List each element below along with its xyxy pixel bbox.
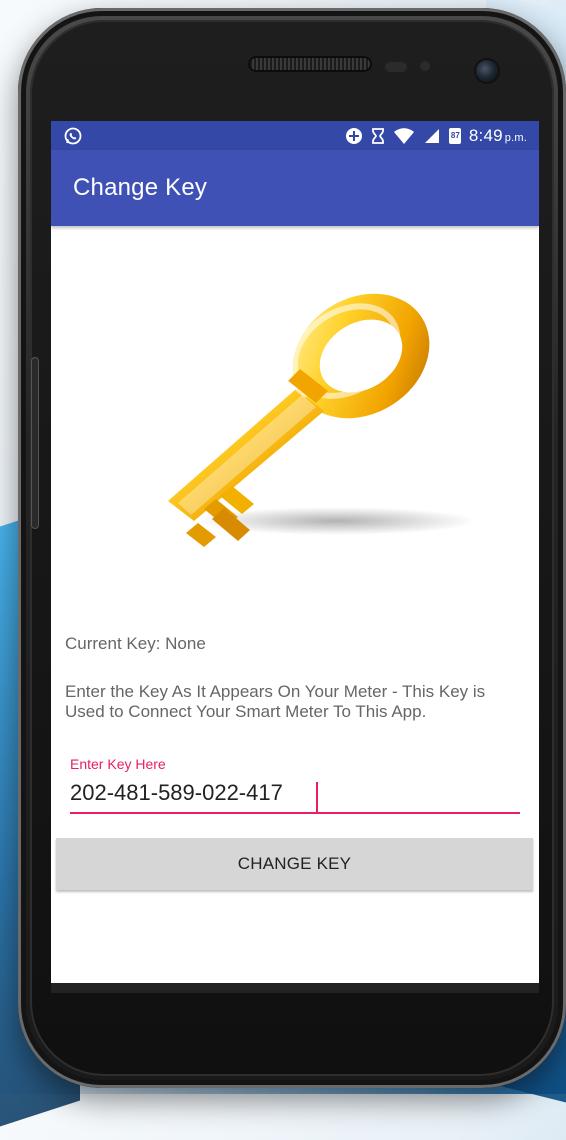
- phone-front-camera: [476, 60, 498, 82]
- current-key-text: Current Key: None: [65, 634, 206, 653]
- app-bar: Change Key: [51, 150, 539, 226]
- key-illustration: [146, 271, 476, 561]
- change-key-button[interactable]: CHANGE KEY: [56, 838, 533, 890]
- status-time-value: 8:49: [468, 125, 503, 145]
- instructions-text: Enter the Key As It Appears On Your Mete…: [65, 682, 486, 721]
- status-right: 87 8:49 p.m.: [345, 126, 527, 146]
- status-left: [63, 126, 83, 146]
- key-input-group: Enter Key Here: [70, 756, 520, 814]
- key-input-label: Enter Key Here: [70, 756, 166, 772]
- phone-side-button: [32, 358, 38, 528]
- wifi-icon: [393, 127, 415, 145]
- content: Current Key: None Enter the Key As It Ap…: [51, 226, 539, 983]
- text-cursor: [316, 782, 318, 812]
- phone-screen-bottom: [51, 983, 539, 993]
- page-title: Change Key: [73, 174, 208, 201]
- status-time-ampm: p.m.: [504, 131, 527, 144]
- battery-level: 87: [448, 127, 461, 144]
- status-time: 8:49 p.m.: [469, 126, 527, 146]
- cell-signal-icon: [423, 127, 441, 145]
- status-bar: 87 8:49 p.m.: [51, 121, 539, 150]
- hourglass-icon: [371, 127, 385, 145]
- phone-screen: 87 8:49 p.m. Change Key Current Key: Non…: [51, 121, 539, 983]
- phone-speaker: [248, 56, 372, 72]
- phone-sensor-dot: [420, 61, 430, 71]
- data-saver-icon: [345, 127, 363, 145]
- whatsapp-icon: [63, 126, 83, 146]
- phone-sensor: [385, 62, 407, 72]
- key-input[interactable]: [70, 780, 520, 814]
- battery-icon: 87: [448, 127, 461, 144]
